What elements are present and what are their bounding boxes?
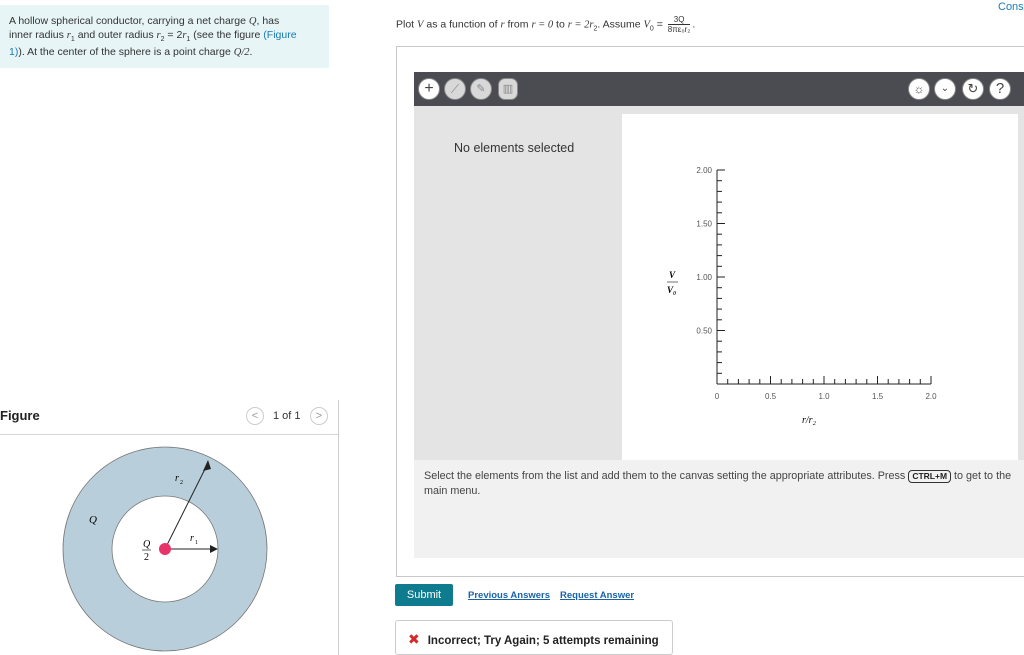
figure-link[interactable]: (Figure	[263, 29, 296, 41]
feedback-box: ✖ Incorrect; Try Again; 5 attempts remain…	[395, 620, 673, 655]
pane-divider	[338, 400, 339, 655]
tool-instructions: Select the elements from the list and ad…	[414, 460, 1024, 558]
graphing-tool: + ⟋ ✎ ▥ ☼ ⌄ ↻ ? No elements selected 0 0.…	[396, 46, 1024, 577]
label-r1-sub: 1	[195, 540, 198, 546]
x-tick-label: 2.0	[925, 392, 937, 401]
trash-icon[interactable]: ▥	[498, 78, 518, 100]
edit-plus-icon[interactable]: ✎	[470, 78, 492, 100]
request-answer-link[interactable]: Request Answer	[560, 590, 634, 601]
submit-button[interactable]: Submit	[395, 584, 453, 606]
figure-divider	[0, 434, 338, 435]
y-axis-label-num: V	[669, 270, 676, 280]
x-tick-label: 0.5	[765, 392, 777, 401]
line-tool-icon[interactable]: ⟋	[444, 78, 466, 100]
figure-next-button[interactable]: >	[310, 407, 328, 425]
axes	[716, 170, 931, 385]
figure-link-cont[interactable]: 1)	[9, 46, 18, 58]
graph-canvas[interactable]: 0 0.5 1.0 1.5 2.0 0.50 1.00 1.50 2.00 r/r₂ V V₀	[622, 114, 1018, 460]
x-tick-label: 1.0	[818, 392, 830, 401]
v0-fraction: 3Q 8πε₀r₂	[667, 15, 691, 34]
help-button[interactable]: ?	[989, 78, 1011, 100]
figure-header: Figure < 1 of 1 >	[0, 402, 338, 432]
ticks: 0 0.5 1.0 1.5 2.0 0.50 1.00 1.50 2.00	[696, 166, 937, 401]
sphere-figure: Q r 2 r 1 Q 2	[62, 446, 268, 652]
y-tick-label: 2.00	[696, 166, 712, 175]
left-pane: A hollow spherical conductor, carrying a…	[0, 0, 338, 655]
label-q-den: 2	[144, 552, 149, 563]
label-r2-sub: 2	[180, 480, 183, 486]
chevron-down-icon[interactable]: ⌄	[934, 78, 956, 100]
shortcut-key: CTRL+M	[908, 470, 952, 483]
label-r1: r	[190, 533, 194, 544]
lightbulb-icon[interactable]: ☼	[908, 78, 930, 100]
tool-toolbar: + ⟋ ✎ ▥ ☼ ⌄ ↻ ?	[414, 72, 1024, 106]
label-Q: Q	[89, 514, 97, 526]
plus-icon[interactable]: +	[418, 78, 440, 100]
figure-prev-button[interactable]: <	[246, 407, 264, 425]
figure-counter: 1 of 1	[273, 410, 301, 422]
x-axis-label: r/r₂	[802, 415, 817, 426]
elements-panel: No elements selected	[414, 106, 616, 460]
elements-empty-message: No elements selected	[454, 141, 575, 155]
feedback-text: Incorrect; Try Again; 5 attempts remaini…	[427, 635, 659, 647]
y-tick-label: 1.50	[696, 220, 712, 229]
x-tick-label: 0	[715, 392, 720, 401]
y-tick-label: 1.00	[696, 273, 712, 282]
y-axis-label-den: V₀	[667, 285, 676, 295]
incorrect-icon: ✖	[408, 631, 420, 647]
point-charge	[159, 543, 171, 555]
x-tick-label: 1.5	[872, 392, 884, 401]
question-text: Plot V as a function of r from r = 0 to …	[396, 15, 696, 34]
y-tick-label: 0.50	[696, 327, 712, 336]
reset-icon[interactable]: ↻	[962, 78, 984, 100]
figure-title: Figure	[0, 408, 40, 423]
label-r2: r	[175, 473, 179, 484]
previous-answers-link[interactable]: Previous Answers	[468, 590, 550, 601]
constants-link[interactable]: Cons	[998, 1, 1024, 13]
problem-statement: A hollow spherical conductor, carrying a…	[0, 5, 329, 68]
label-q-num: Q	[143, 539, 151, 550]
graph-svg[interactable]: 0 0.5 1.0 1.5 2.0 0.50 1.00 1.50 2.00 r/r₂ V V₀	[622, 114, 1018, 460]
canvas-area: 0 0.5 1.0 1.5 2.0 0.50 1.00 1.50 2.00 r/r₂ V V₀	[616, 106, 1024, 460]
